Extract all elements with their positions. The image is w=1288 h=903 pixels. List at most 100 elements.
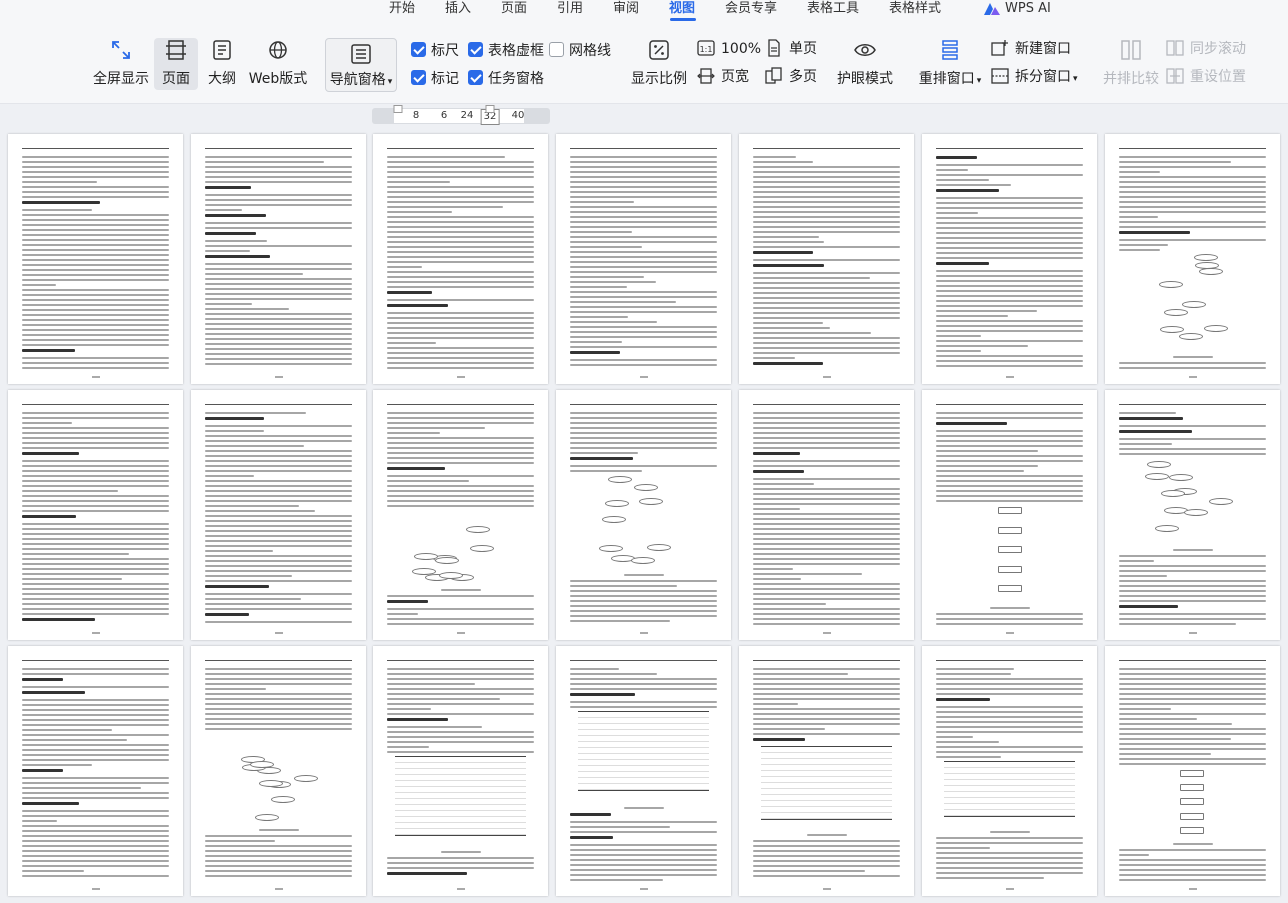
page-number: [91, 632, 100, 634]
document-page[interactable]: [8, 646, 183, 896]
menu-table-tools[interactable]: 表格工具: [807, 0, 859, 20]
document-page[interactable]: [922, 134, 1097, 384]
figure-node: [271, 796, 296, 804]
document-page[interactable]: [1105, 646, 1280, 896]
document-page[interactable]: [191, 646, 366, 896]
document-page[interactable]: [922, 390, 1097, 640]
document-area[interactable]: [0, 128, 1288, 903]
chevron-down-icon[interactable]: ▾: [388, 77, 393, 87]
document-page[interactable]: [373, 390, 548, 640]
text-line: [936, 465, 1038, 467]
figure-caption: [1172, 356, 1213, 358]
text-line: [205, 703, 352, 705]
text-line: [22, 588, 169, 590]
chevron-down-icon[interactable]: ▾: [1073, 74, 1078, 84]
figure-node: [1178, 333, 1203, 341]
text-line: [570, 442, 717, 444]
ruler-checkbox[interactable]: 标尺: [411, 41, 459, 61]
eye-mode-button[interactable]: 护眼模式: [836, 38, 894, 88]
text-line: [570, 359, 717, 361]
document-page[interactable]: [191, 134, 366, 384]
document-page[interactable]: [556, 134, 731, 384]
text-line: [753, 191, 900, 193]
rearrange-windows-button[interactable]: 重排窗口 ▾: [917, 38, 983, 88]
document-page[interactable]: [373, 646, 548, 896]
multi-page-button[interactable]: 多页: [765, 67, 817, 87]
text-line: [936, 440, 1083, 442]
document-page[interactable]: [739, 390, 914, 640]
figure-node: [1203, 324, 1228, 332]
zoom-100-button[interactable]: 1:1 100%: [697, 39, 761, 59]
fullscreen-button[interactable]: 全屏显示: [92, 38, 150, 88]
nav-pane-button[interactable]: 导航窗格 ▾: [325, 38, 397, 92]
document-page[interactable]: [922, 646, 1097, 896]
gridlines-label: 网格线: [569, 43, 611, 59]
text-line: [936, 837, 1083, 839]
document-page[interactable]: [191, 390, 366, 640]
text-line: [22, 229, 169, 231]
document-page[interactable]: [739, 134, 914, 384]
reset-position-button[interactable]: 重设位置: [1166, 67, 1246, 87]
zoom-button[interactable]: 显示比例: [630, 38, 688, 88]
document-page[interactable]: [739, 646, 914, 896]
text-line: [936, 756, 1002, 758]
figure-node: [1179, 812, 1204, 820]
text-line: [387, 673, 534, 675]
text-line: [205, 166, 352, 168]
text-line: [22, 749, 169, 751]
menu-insert[interactable]: 插入: [445, 0, 471, 20]
outline-view-button[interactable]: 大纲: [204, 38, 240, 88]
chevron-down-icon[interactable]: ▾: [977, 76, 982, 86]
menu-view[interactable]: 视图: [669, 0, 695, 20]
text-line: [22, 259, 169, 261]
text-line: [753, 282, 900, 284]
sync-scroll-label: 同步滚动: [1190, 41, 1246, 57]
nav-pane-icon: [351, 44, 371, 64]
marks-checkbox[interactable]: 标记: [411, 69, 459, 89]
page-view-button[interactable]: 页面: [154, 38, 198, 90]
page-width-button[interactable]: 页宽: [697, 67, 749, 87]
document-page[interactable]: [1105, 390, 1280, 640]
figure-caption: [258, 829, 299, 831]
document-page[interactable]: [556, 390, 731, 640]
menu-page[interactable]: 页面: [501, 0, 527, 20]
text-line: [570, 256, 717, 258]
right-indent-marker[interactable]: [485, 105, 495, 113]
gridlines-checkbox[interactable]: 网格线: [549, 41, 611, 61]
document-page[interactable]: [373, 134, 548, 384]
menu-table-style[interactable]: 表格样式: [889, 0, 941, 20]
text-line: [22, 568, 169, 570]
document-page[interactable]: [8, 134, 183, 384]
new-window-button[interactable]: 新建窗口: [991, 39, 1071, 59]
heading-line: [1119, 417, 1184, 420]
web-view-button[interactable]: Web版式: [248, 38, 308, 88]
menu-start[interactable]: 开始: [389, 0, 415, 20]
text-line: [753, 573, 863, 575]
side-by-side-button[interactable]: 并排比较: [1102, 38, 1160, 88]
menu-reference[interactable]: 引用: [557, 0, 583, 20]
text-line: [22, 412, 169, 414]
split-window-button[interactable]: 拆分窗口 ▾: [991, 67, 1078, 87]
menu-member[interactable]: 会员专享: [725, 0, 777, 20]
text-line: [205, 430, 264, 432]
document-page[interactable]: [556, 646, 731, 896]
document-page[interactable]: [8, 390, 183, 640]
menu-wps-ai[interactable]: WPS AI: [1005, 0, 1051, 20]
text-line: [570, 166, 717, 168]
text-line: [570, 301, 676, 303]
page-header-rule: [753, 148, 900, 149]
menu-review[interactable]: 审阅: [613, 0, 639, 20]
text-line: [205, 673, 352, 675]
task-pane-checkbox[interactable]: 任务窗格: [468, 69, 544, 89]
text-line: [936, 212, 978, 214]
document-page[interactable]: [1105, 134, 1280, 384]
text-line: [22, 724, 169, 726]
text-line: [205, 338, 352, 340]
sync-scroll-button[interactable]: 同步滚动: [1166, 39, 1246, 59]
single-page-button[interactable]: 单页: [765, 39, 817, 59]
horizontal-ruler[interactable]: 8 6 24 32 40: [372, 105, 550, 125]
table-gridlines-checkbox[interactable]: 表格虚框: [468, 41, 544, 61]
zoom-label: 显示比例: [631, 71, 687, 87]
text-line: [22, 490, 118, 492]
left-indent-marker[interactable]: [393, 105, 403, 113]
